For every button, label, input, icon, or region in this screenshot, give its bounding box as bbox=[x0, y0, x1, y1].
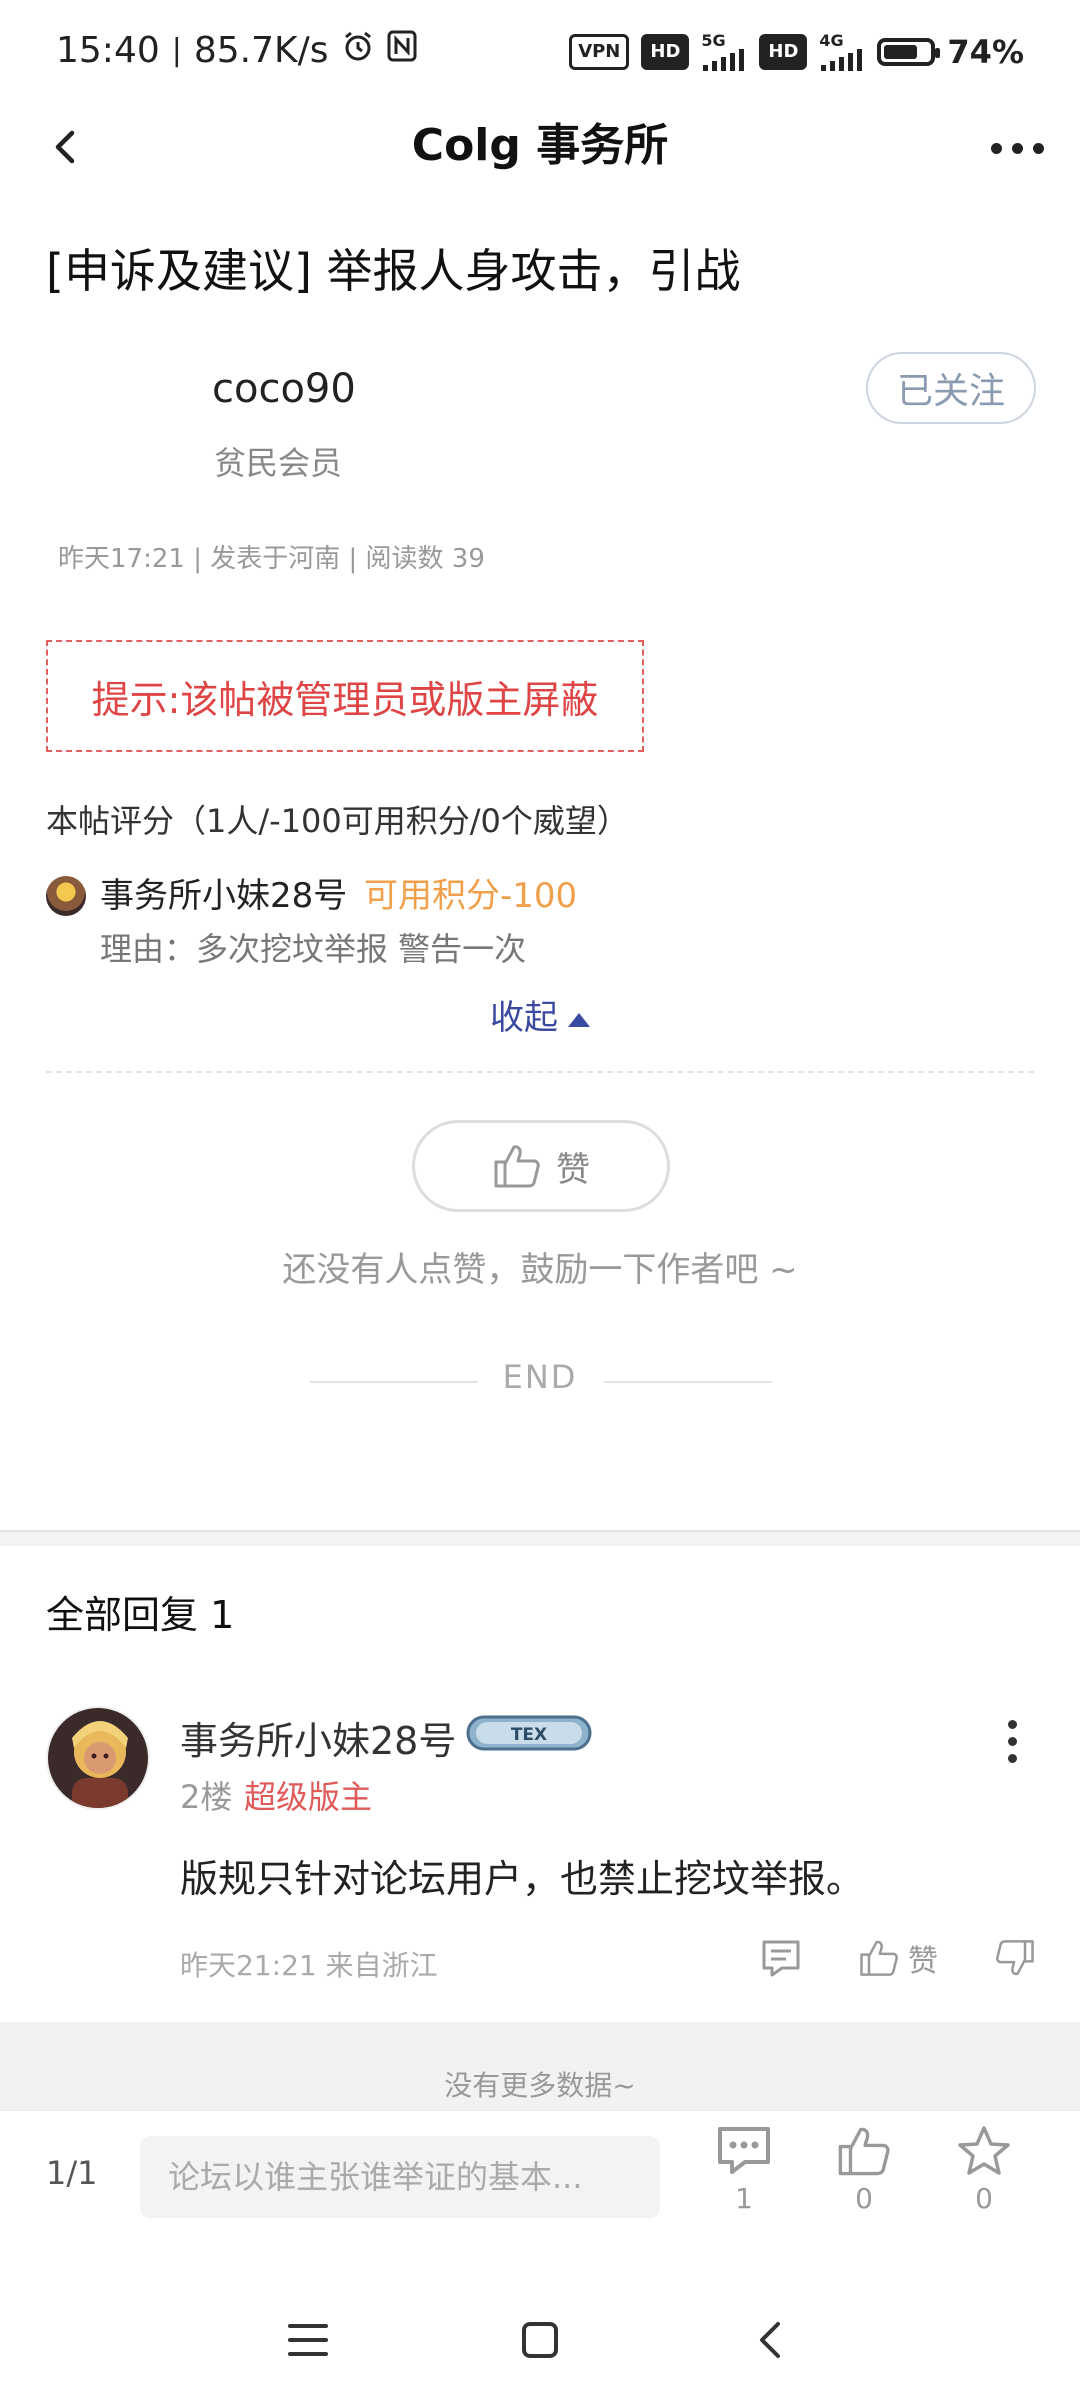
kebab-dot-icon bbox=[1007, 1719, 1017, 1729]
blocked-notice: 提示:该帖被管理员或版主屏蔽 bbox=[46, 640, 644, 752]
signal-4g-label: 4G bbox=[819, 31, 844, 50]
more-options-button[interactable] bbox=[982, 118, 1052, 178]
collapse-button[interactable]: 收起 bbox=[0, 990, 1080, 1039]
reply-actions: 赞 bbox=[760, 1930, 1036, 1986]
page-title: Colg 事务所 bbox=[411, 120, 669, 171]
moderator-badge-text: TEX bbox=[511, 1725, 547, 1745]
status-bar: 15:40 | 85.7K/s VPN HD 5G HD 4G 74% bbox=[0, 0, 1080, 100]
nav-home-button[interactable] bbox=[500, 2300, 580, 2380]
status-right: VPN HD 5G HD 4G 74% bbox=[569, 26, 1024, 78]
home-square-icon bbox=[522, 2322, 558, 2358]
like-count-button[interactable]: 0 bbox=[824, 2124, 904, 2244]
kebab-dot-icon bbox=[1007, 1753, 1017, 1763]
signal-5g-label: 5G bbox=[701, 31, 726, 50]
kebab-dot-icon bbox=[1007, 1736, 1017, 1746]
rating-reason: 理由：多次挖坟举报 警告一次 bbox=[100, 930, 527, 968]
rater-name[interactable]: 事务所小妹28号 bbox=[100, 868, 347, 917]
end-text: END bbox=[502, 1358, 578, 1396]
reply-role: 超级版主 bbox=[244, 1778, 373, 1816]
vpn-badge: VPN bbox=[569, 34, 630, 70]
favorite-button[interactable]: 0 bbox=[944, 2124, 1024, 2244]
rater-score: 可用积分-100 bbox=[364, 876, 578, 916]
section-divider bbox=[0, 1530, 1080, 1546]
status-left: 15:40 | 85.7K/s bbox=[56, 24, 417, 76]
thumbs-down-icon bbox=[996, 1940, 1034, 1976]
comment-count: 1 bbox=[735, 2182, 753, 2215]
signal-4g: 4G bbox=[819, 33, 865, 71]
replies-title: 全部回复 1 bbox=[46, 1593, 235, 1637]
encourage-text: 还没有人点赞，鼓励一下作者吧 ~ bbox=[282, 1250, 798, 1290]
reply-dislike-button[interactable] bbox=[994, 1938, 1036, 1978]
battery-text: 74% bbox=[947, 33, 1024, 71]
like-count: 0 bbox=[855, 2182, 873, 2215]
rater-avatar[interactable] bbox=[46, 876, 86, 916]
like-button[interactable]: 赞 bbox=[412, 1120, 670, 1212]
nfc-icon bbox=[387, 30, 417, 71]
post-title: [申诉及建议] 举报人身攻击，引战 bbox=[46, 244, 741, 298]
reply-more-button[interactable] bbox=[992, 1716, 1032, 1766]
reply-like-label: 赞 bbox=[908, 1944, 938, 1979]
comment-button[interactable]: 1 bbox=[704, 2124, 784, 2244]
page-indicator[interactable]: 1/1 bbox=[46, 2154, 98, 2192]
comment-dots-icon bbox=[718, 2127, 770, 2174]
reply-comment-button[interactable] bbox=[760, 1938, 802, 1978]
back-arrow-icon bbox=[760, 2322, 780, 2358]
signal-5g: 5G bbox=[701, 33, 747, 71]
favorite-count: 0 bbox=[975, 2182, 993, 2215]
follow-button[interactable]: 已关注 bbox=[866, 352, 1036, 424]
thumbs-up-icon bbox=[860, 1940, 898, 1976]
reply-input[interactable] bbox=[140, 2136, 660, 2218]
signal-bars-icon bbox=[821, 49, 863, 71]
reply-body: 版规只针对论坛用户，也禁止挖坟举报。 bbox=[180, 1857, 865, 1901]
hd-badge-2: HD bbox=[759, 34, 808, 70]
end-line-right bbox=[604, 1381, 772, 1383]
status-speed: 85.7K/s bbox=[193, 29, 329, 71]
reply-avatar-image bbox=[48, 1708, 148, 1808]
more-dot-icon bbox=[1032, 142, 1044, 154]
signal-bars-icon bbox=[703, 49, 745, 71]
caret-up-icon bbox=[568, 1012, 590, 1027]
reply-avatar[interactable] bbox=[46, 1706, 150, 1810]
post-meta: 昨天17:21 | 发表于河南 | 阅读数 39 bbox=[58, 544, 485, 574]
divider bbox=[46, 1071, 1034, 1073]
more-dot-icon bbox=[990, 142, 1002, 154]
nav-menu-button[interactable] bbox=[268, 2300, 348, 2380]
alarm-icon bbox=[341, 29, 375, 72]
author-rank: 贫民会员 bbox=[214, 444, 343, 482]
thumbs-up-icon bbox=[494, 1145, 540, 1188]
author-name[interactable]: coco90 bbox=[212, 366, 356, 412]
more-dot-icon bbox=[1011, 142, 1023, 154]
nav-back-button[interactable] bbox=[732, 2300, 812, 2380]
reply-author-name[interactable]: 事务所小妹28号 bbox=[180, 1710, 456, 1765]
hd-badge-1: HD bbox=[641, 34, 690, 70]
star-icon bbox=[958, 2126, 1010, 2175]
reply-floor: 2楼 bbox=[180, 1778, 233, 1816]
no-more-data: 没有更多数据~ bbox=[0, 2022, 1080, 2110]
moderator-badge: TEX bbox=[466, 1714, 592, 1752]
menu-icon bbox=[288, 2324, 328, 2356]
reply-time: 昨天21:21 来自浙江 bbox=[180, 1949, 438, 1982]
battery-level bbox=[884, 45, 917, 59]
battery-icon bbox=[877, 38, 941, 66]
status-divider: | bbox=[171, 32, 182, 68]
rating-summary: 本帖评分（1人/-100可用积分/0个威望） bbox=[46, 802, 629, 840]
status-time: 15:40 bbox=[56, 29, 160, 71]
comment-icon bbox=[762, 1940, 800, 1977]
like-label: 赞 bbox=[556, 1149, 590, 1190]
reply-like-button[interactable]: 赞 bbox=[858, 1936, 938, 1980]
thumbs-up-icon bbox=[838, 2127, 890, 2176]
collapse-label: 收起 bbox=[490, 998, 558, 1038]
